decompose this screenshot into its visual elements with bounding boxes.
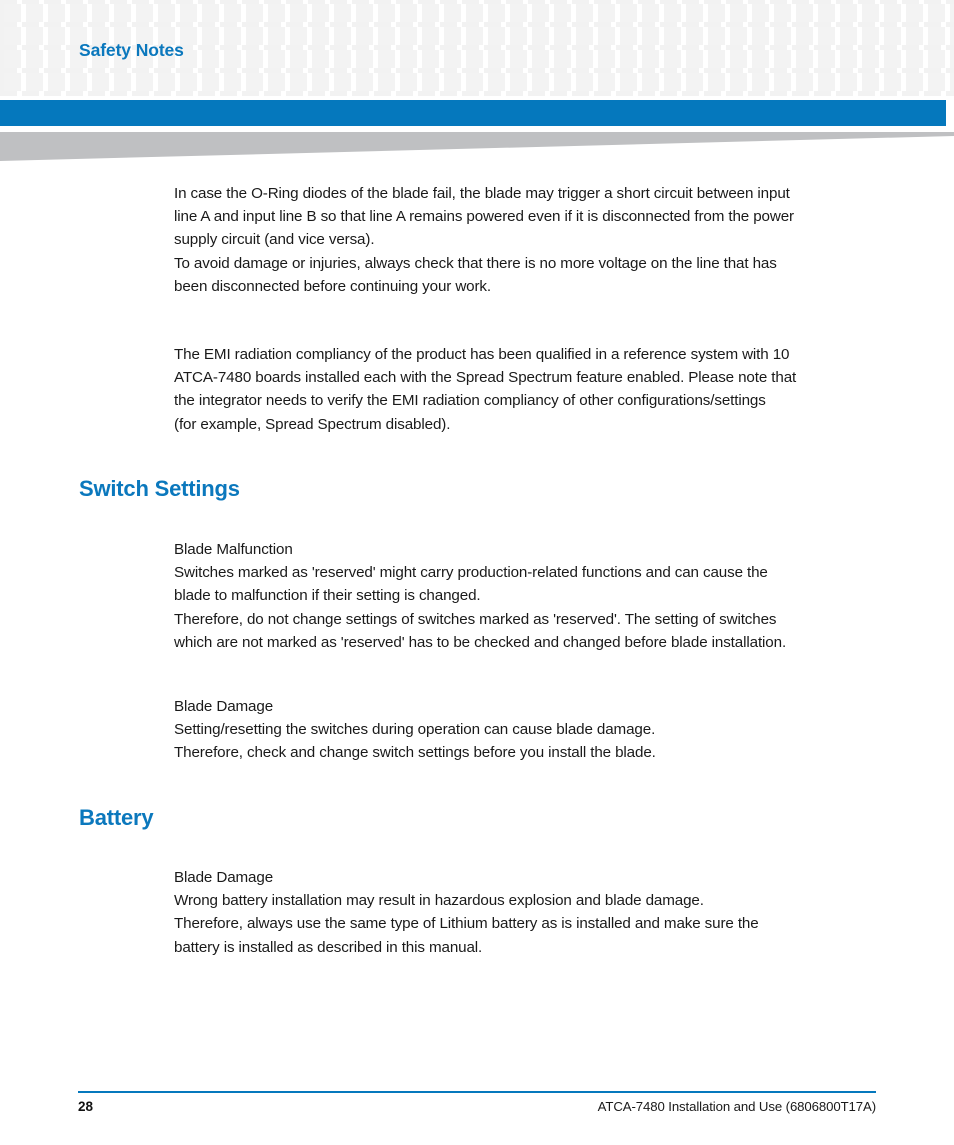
text-line: Setting/resetting the switches during op… (174, 721, 656, 739)
text-line: Blade Damage (174, 698, 274, 715)
text-line: Blade Malfunction (174, 541, 293, 558)
text-line: Therefore, do not change settings of swi… (174, 610, 777, 628)
text-line: To avoid damage or injuries, always chec… (174, 254, 777, 272)
heading-switch-settings: Switch Settings (79, 476, 240, 501)
text-line: Wrong battery installation may result in… (174, 892, 704, 910)
paragraph-emi-compliancy: The EMI radiation compliancy of the prod… (174, 343, 874, 436)
paragraph-oring-warning: In case the O-Ring diodes of the blade f… (174, 182, 874, 298)
text-line: Blade Damage (174, 869, 274, 886)
page-header: Safety Notes (0, 0, 954, 96)
text-line: In case the O-Ring diodes of the blade f… (174, 185, 790, 202)
text-line: the integrator needs to verify the EMI r… (174, 392, 766, 410)
footer-document-title: ATCA-7480 Installation and Use (6806800T… (597, 1099, 876, 1114)
running-header-title: Safety Notes (79, 40, 184, 60)
footer-rule (78, 1091, 876, 1093)
header-gray-wedge (0, 132, 954, 161)
text-line: Switches marked as 'reserved' might carr… (174, 564, 768, 582)
text-line: been disconnected before continuing your… (174, 277, 491, 295)
text-line: supply circuit (and vice versa). (174, 231, 375, 249)
header-blue-bar (0, 100, 946, 126)
text-line: which are not marked as 'reserved' has t… (174, 633, 787, 651)
text-line: battery is installed as described in thi… (174, 938, 483, 956)
paragraph-blade-damage-battery: Blade Damage Wrong battery installation … (174, 866, 874, 959)
text-line: The EMI radiation compliancy of the prod… (174, 346, 790, 363)
text-line: ATCA-7480 boards installed each with the… (174, 369, 797, 387)
text-line: line A and input line B so that line A r… (174, 208, 794, 226)
text-line: Therefore, check and change switch setti… (174, 744, 656, 762)
heading-battery: Battery (79, 805, 154, 830)
text-line: blade to malfunction if their setting is… (174, 587, 481, 605)
paragraph-blade-malfunction: Blade Malfunction Switches marked as 're… (174, 538, 874, 654)
text-line: (for example, Spread Spectrum disabled). (174, 415, 451, 433)
text-line: Therefore, always use the same type of L… (174, 915, 759, 933)
footer-page-number: 28 (78, 1099, 94, 1114)
paragraph-blade-damage-switches: Blade Damage Setting/resetting the switc… (174, 695, 874, 765)
